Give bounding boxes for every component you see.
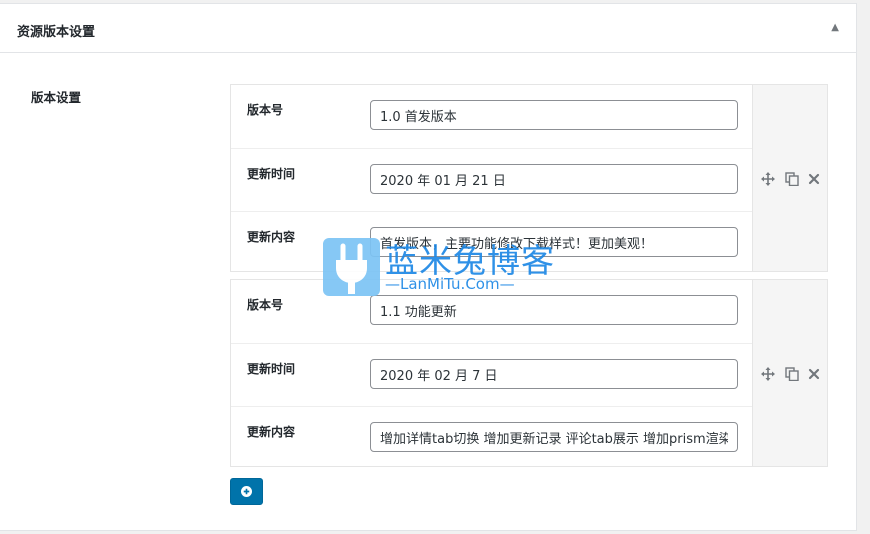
content-label: 更新内容 <box>247 230 296 244</box>
copy-icon[interactable] <box>785 366 799 382</box>
plug-logo-icon <box>323 238 380 296</box>
group-fields: 版本号 更新时间 更新内容 <box>231 280 752 466</box>
close-icon[interactable] <box>807 366 821 380</box>
date-label: 更新时间 <box>247 362 296 376</box>
field-row-version: 版本号 <box>231 85 752 147</box>
content-label: 更新内容 <box>247 425 296 439</box>
section-label: 版本设置 <box>31 90 82 105</box>
version-group: 版本号 更新时间 更新内容 <box>230 279 828 467</box>
date-input[interactable] <box>370 359 738 389</box>
field-row-content: 更新内容 <box>231 406 752 469</box>
move-icon[interactable] <box>761 366 775 381</box>
watermark: 蓝米兔博客 —LanMiTu.Com— <box>323 238 554 298</box>
date-label: 更新时间 <box>247 167 296 181</box>
version-label: 版本号 <box>247 103 284 117</box>
close-icon[interactable] <box>807 171 821 185</box>
version-input[interactable] <box>370 100 738 130</box>
content-input[interactable] <box>370 422 738 452</box>
group-actions <box>752 280 827 466</box>
panel-header[interactable]: 资源版本设置 ▲ <box>0 4 856 53</box>
group-actions <box>752 85 827 271</box>
version-input[interactable] <box>370 295 738 325</box>
add-row-button[interactable] <box>230 478 263 505</box>
version-label: 版本号 <box>247 298 284 312</box>
panel-title: 资源版本设置 <box>17 25 96 40</box>
field-row-date: 更新时间 <box>231 343 752 406</box>
copy-icon[interactable] <box>785 171 799 187</box>
move-icon[interactable] <box>761 171 775 186</box>
watermark-subtitle: —LanMiTu.Com— <box>385 275 515 293</box>
plus-circle-icon <box>241 486 252 497</box>
triangle-up-icon[interactable]: ▲ <box>831 22 839 33</box>
scrollbar[interactable] <box>857 0 870 534</box>
date-input[interactable] <box>370 164 738 194</box>
field-row-date: 更新时间 <box>231 148 752 211</box>
